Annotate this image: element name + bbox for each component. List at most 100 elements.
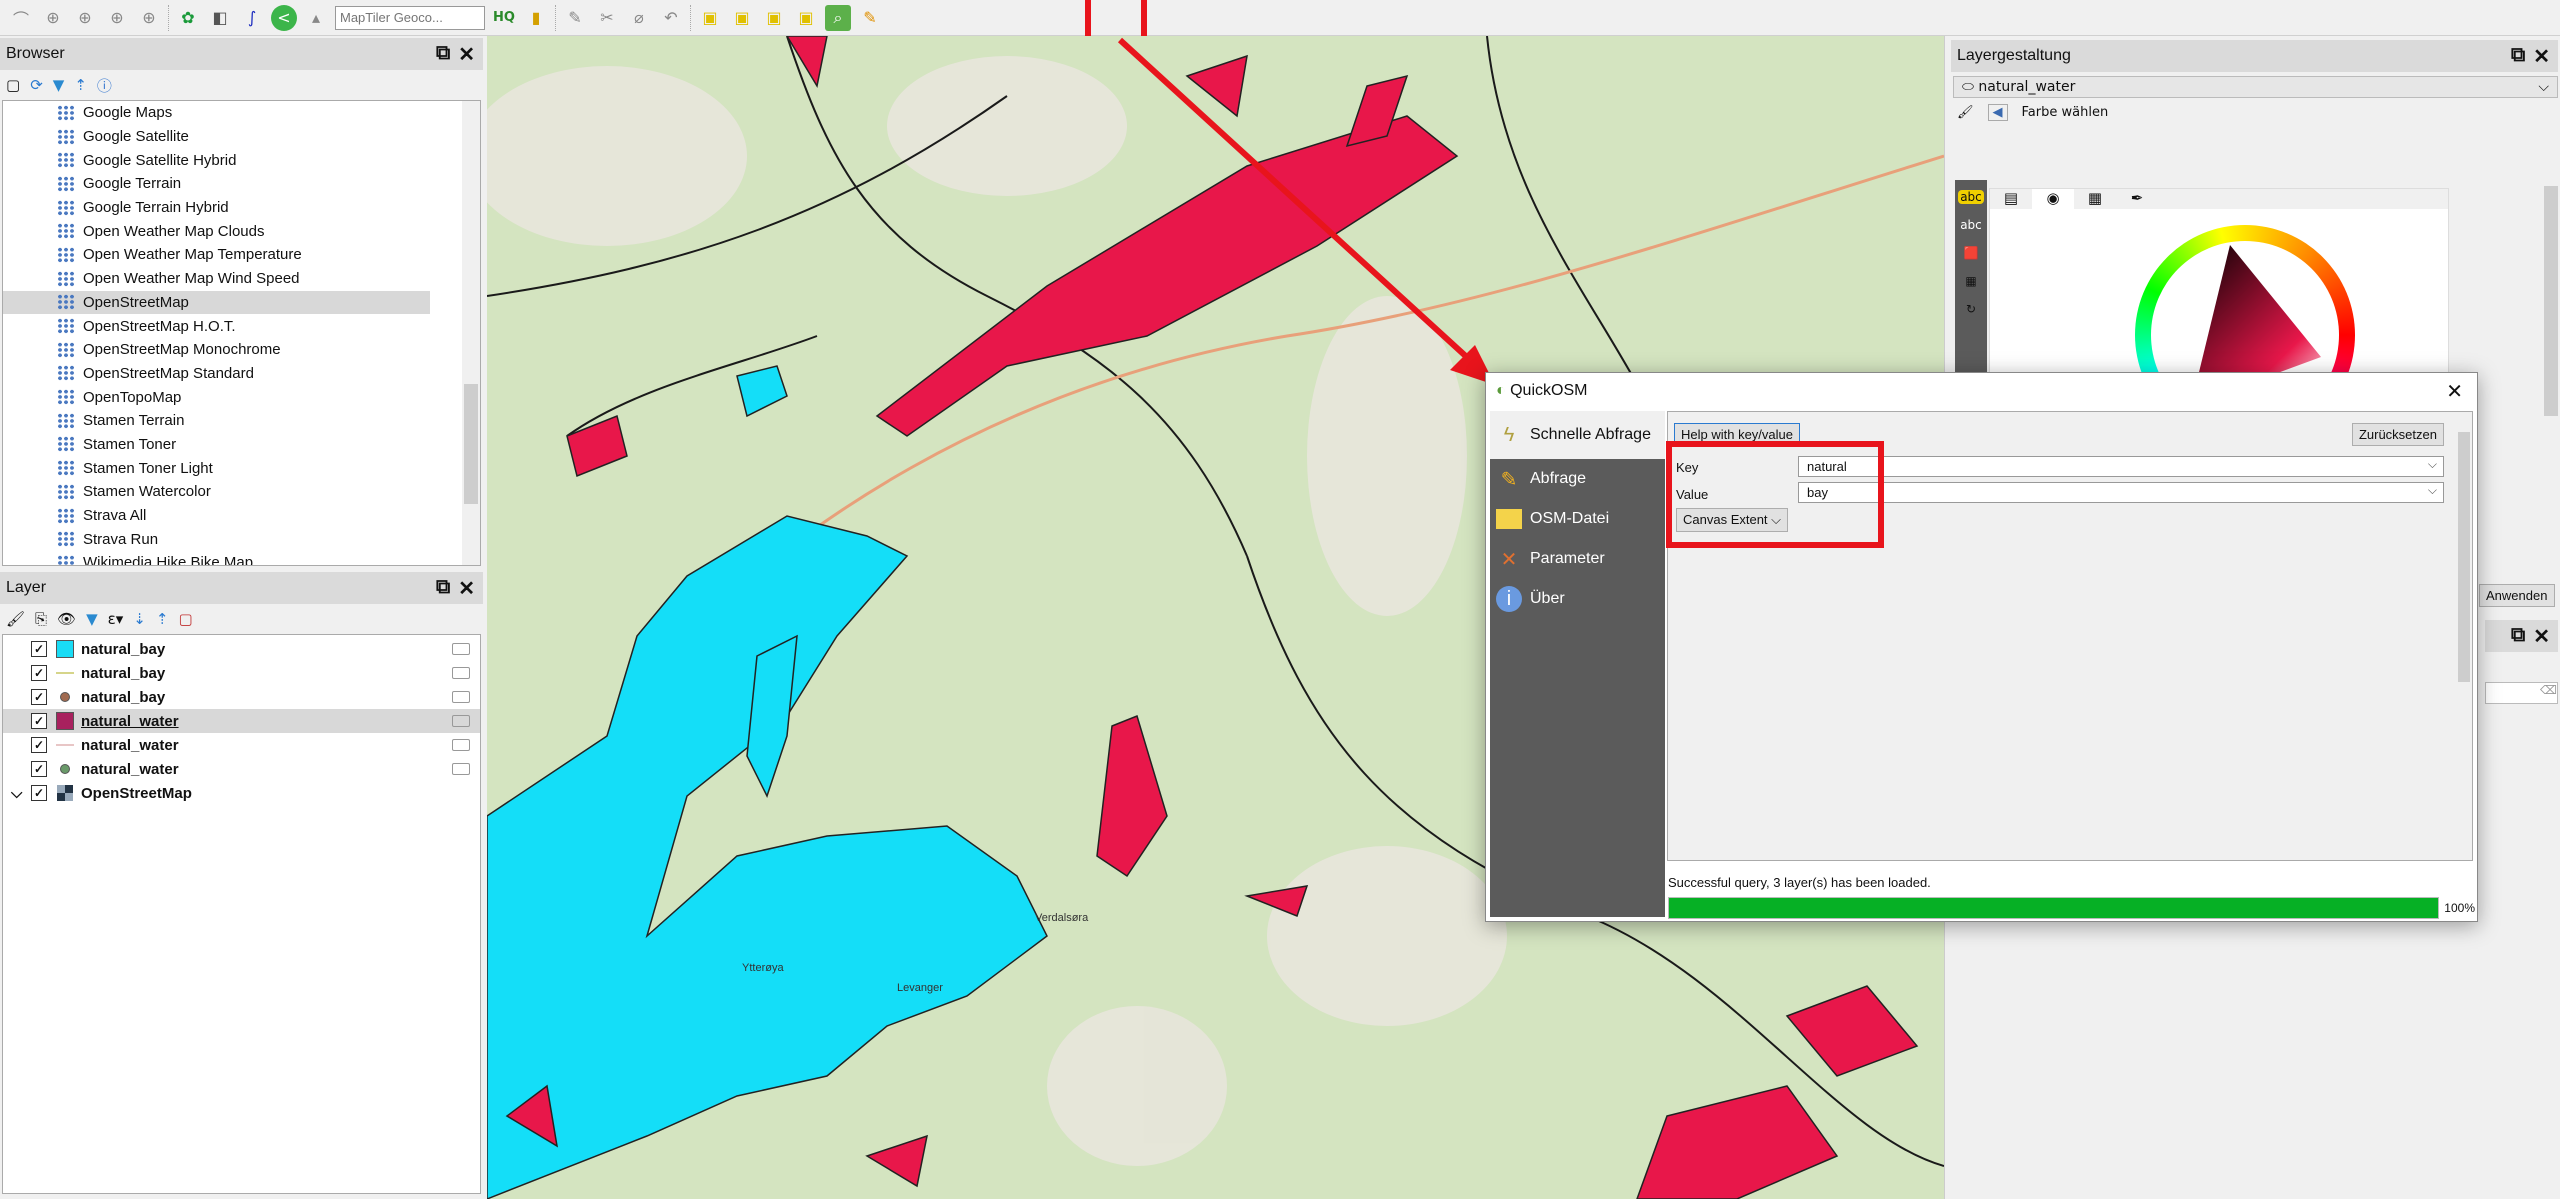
edit-icon[interactable]: ⌀ <box>626 5 652 31</box>
geocoder-search-input[interactable] <box>335 5 485 30</box>
refresh-icon[interactable]: ⟳ <box>30 76 43 94</box>
add-layer-icon[interactable]: ⊕ <box>40 5 66 31</box>
browser-item[interactable]: Wikimedia Hike Bike Map <box>3 551 480 565</box>
value-combobox[interactable]: bay <box>1798 482 2444 503</box>
browser-item[interactable]: Open Weather Map Clouds <box>3 219 480 243</box>
layer-item[interactable]: ✓ natural_bay <box>3 685 480 709</box>
scrollbar[interactable] <box>2456 412 2472 860</box>
tab-ramp[interactable]: ▤ <box>1990 189 2032 209</box>
layer-item[interactable]: ✓ natural_water <box>3 733 480 757</box>
scrollbar[interactable] <box>2544 186 2558 416</box>
edit-icon[interactable]: ✂ <box>594 5 620 31</box>
search-input[interactable]: ⌫ <box>2485 682 2558 704</box>
browser-item[interactable]: OpenStreetMap Standard <box>3 362 480 386</box>
history-icon[interactable]: ↻ <box>1966 302 1976 316</box>
select-icon[interactable]: ▣ <box>729 5 755 31</box>
nav-quick-query[interactable]: ϟ Schnelle Abfrage <box>1490 411 1665 459</box>
select-icon[interactable]: ▣ <box>697 5 723 31</box>
add-layer-icon[interactable]: ⊕ <box>72 5 98 31</box>
pencil-icon[interactable]: ✎ <box>857 5 883 31</box>
tab-picker[interactable]: ✒ <box>2116 189 2158 209</box>
indicator-icon[interactable] <box>452 691 470 703</box>
browser-item[interactable]: Stamen Toner Light <box>3 456 480 480</box>
browser-item[interactable]: Open Weather Map Temperature <box>3 243 480 267</box>
float-icon[interactable]: ⧉ <box>2511 44 2525 69</box>
apply-button[interactable]: Anwenden <box>2479 584 2555 607</box>
nav-osm-file[interactable]: OSM-Datei <box>1490 499 1665 539</box>
indicator-icon[interactable] <box>452 715 470 727</box>
brush-icon[interactable]: 🖌 <box>1957 105 1974 120</box>
edit-icon[interactable]: ✎ <box>562 5 588 31</box>
layer-visibility-checkbox[interactable]: ✓ <box>31 665 47 681</box>
float-icon[interactable]: ⧉ <box>2511 624 2525 649</box>
close-button[interactable]: ✕ <box>2446 379 2477 404</box>
remove-icon[interactable]: ▢ <box>178 610 192 628</box>
plugin-icon[interactable]: ✿ <box>175 5 201 31</box>
browser-item[interactable]: Google Satellite Hybrid <box>3 148 480 172</box>
browser-item[interactable]: Strava Run <box>3 527 480 551</box>
indicator-icon[interactable] <box>452 739 470 751</box>
collapse-icon[interactable]: ⇡ <box>74 76 87 94</box>
close-icon[interactable]: ✕ <box>458 42 475 67</box>
browser-item[interactable]: OpenTopoMap <box>3 385 480 409</box>
browser-item[interactable]: OpenStreetMap <box>3 290 430 315</box>
browser-item[interactable]: Open Weather Map Wind Speed <box>3 267 480 291</box>
browser-item[interactable]: OpenStreetMap H.O.T. <box>3 314 480 338</box>
layer-tree[interactable]: ✓ natural_bay ✓ natural_bay ✓ natural_bay ✓ nat… <box>2 634 481 1194</box>
filter-icon[interactable]: ▼ <box>86 610 98 628</box>
diagram-icon[interactable]: ▦ <box>1965 274 1976 288</box>
indicator-icon[interactable] <box>452 763 470 775</box>
deselect-icon[interactable]: ▣ <box>761 5 787 31</box>
layer-visibility-checkbox[interactable]: ✓ <box>31 641 47 657</box>
close-icon[interactable]: ✕ <box>2533 624 2550 649</box>
tab-swatches[interactable]: ▦ <box>2074 189 2116 209</box>
layer-item[interactable]: ✓ natural_water <box>3 709 480 733</box>
back-icon[interactable]: ◀ <box>1987 104 2008 121</box>
browser-item[interactable]: Google Satellite <box>3 125 480 149</box>
nav-parameter[interactable]: ✕ Parameter <box>1490 539 1665 579</box>
browser-item[interactable]: Google Terrain <box>3 172 480 196</box>
chart-icon[interactable]: ▴ <box>303 5 329 31</box>
browser-item[interactable]: Stamen Watercolor <box>3 480 480 504</box>
layer-visibility-checkbox[interactable]: ✓ <box>31 737 47 753</box>
db-icon[interactable]: ▮ <box>523 5 549 31</box>
browser-item[interactable]: OpenStreetMap Monochrome <box>3 338 480 362</box>
indicator-icon[interactable] <box>452 667 470 679</box>
layer-select[interactable]: ⬭ natural_water ⌵ <box>1953 76 2558 98</box>
close-icon[interactable]: ✕ <box>458 576 475 601</box>
browser-item[interactable]: Stamen Toner <box>3 433 480 457</box>
browser-item[interactable]: Strava All <box>3 504 480 528</box>
layer-visibility-checkbox[interactable]: ✓ <box>31 689 47 705</box>
visibility-icon[interactable]: 👁 <box>57 610 76 628</box>
reset-button[interactable]: Zurücksetzen <box>2351 423 2444 446</box>
layer-item[interactable]: ✓ natural_water <box>3 757 480 781</box>
add-layer-icon[interactable]: ⊕ <box>136 5 162 31</box>
layer-visibility-checkbox[interactable]: ✓ <box>31 785 47 801</box>
quickosm-icon[interactable]: ⌕ <box>825 4 851 31</box>
indicator-icon[interactable] <box>452 643 470 655</box>
eraser-icon[interactable]: ◧ <box>207 5 233 31</box>
edit-icon[interactable]: ↶ <box>658 5 684 31</box>
label-icon[interactable]: abc <box>1960 218 1982 232</box>
hq-icon[interactable]: HQ <box>491 5 517 31</box>
layer-item[interactable]: ✓ natural_bay <box>3 661 480 685</box>
expand-icon[interactable]: ⇣ <box>133 610 146 628</box>
curve-icon[interactable]: ∫ <box>239 5 265 31</box>
browser-item[interactable]: Google Maps <box>3 101 480 125</box>
style-icon[interactable]: 🖌 <box>6 610 25 628</box>
select-icon[interactable]: ▣ <box>793 5 819 31</box>
close-icon[interactable]: ✕ <box>2533 44 2550 69</box>
digitize-icon[interactable]: ⌒ <box>8 5 34 31</box>
float-icon[interactable]: ⧉ <box>436 42 450 67</box>
3d-icon[interactable]: 🟥 <box>1964 246 1979 260</box>
label-icon[interactable]: abc <box>1958 190 1984 204</box>
layer-item[interactable]: ✓ natural_bay <box>3 637 480 661</box>
add-group-icon[interactable]: ⎘ <box>35 610 47 628</box>
add-icon[interactable]: ▢ <box>6 76 20 94</box>
layer-visibility-checkbox[interactable]: ✓ <box>31 713 47 729</box>
expression-icon[interactable]: ε▾ <box>108 610 124 628</box>
collapse-icon[interactable]: ⇡ <box>156 610 169 628</box>
info-icon[interactable]: ⓘ <box>97 75 112 96</box>
float-icon[interactable]: ⧉ <box>436 576 450 601</box>
browser-item[interactable]: Stamen Terrain <box>3 409 480 433</box>
